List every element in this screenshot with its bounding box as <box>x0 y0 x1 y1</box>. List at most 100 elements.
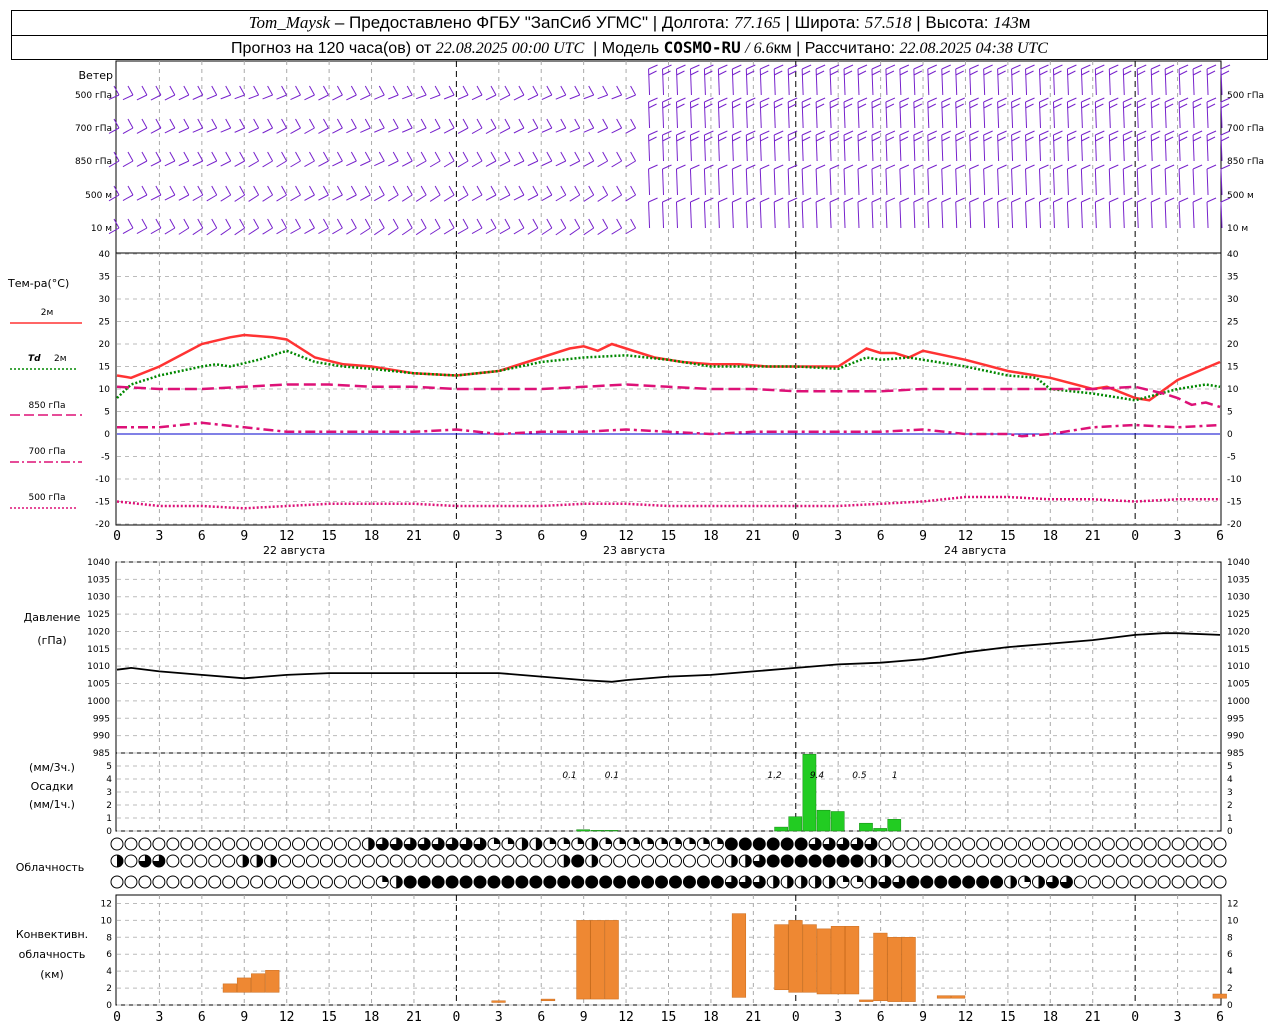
precip-title: Осадки <box>31 780 74 793</box>
cloud-symbol <box>920 875 934 889</box>
wind-shaft <box>801 68 804 96</box>
wind-shaft <box>276 160 287 168</box>
wind-feather <box>448 218 455 229</box>
cloud-circle <box>319 875 333 889</box>
cloud-symbol <box>278 837 292 851</box>
wind-shaft <box>787 134 790 162</box>
wind-feather <box>518 218 525 229</box>
wind-feather <box>955 130 965 136</box>
wind-barb <box>871 97 882 129</box>
wind-barb <box>192 218 204 236</box>
x-tick-label: 12 <box>618 529 634 544</box>
x-tick-label: 21 <box>746 529 762 544</box>
convective-bar <box>901 937 916 1002</box>
wind-barb <box>290 218 301 235</box>
wind-shaft <box>1025 134 1028 162</box>
wind-feather <box>1095 164 1105 170</box>
wind-feather <box>574 118 581 129</box>
wind-feather <box>546 218 553 229</box>
wind-shaft <box>1108 134 1111 162</box>
wind-barb <box>290 118 301 134</box>
wind-feather <box>211 151 218 162</box>
wind-shaft <box>913 101 916 129</box>
wind-barb <box>1192 97 1203 129</box>
cloud-circle <box>892 837 906 851</box>
wind-shaft <box>662 68 665 96</box>
wind-shaft <box>332 194 343 201</box>
x-tick-label: 6 <box>877 529 885 544</box>
wind-shaft <box>815 134 818 162</box>
wind-feather <box>969 130 979 136</box>
wind-shaft <box>717 134 720 162</box>
cloud-symbol <box>1129 837 1143 851</box>
x-tick-label: 0 <box>792 529 800 544</box>
pressure-y-tick-right: 1025 <box>1227 610 1250 620</box>
wind-feather <box>718 136 727 142</box>
wind-feather <box>676 103 685 109</box>
cloud-circle <box>1101 875 1115 889</box>
cloud-fill-part <box>605 838 612 844</box>
wind-feather <box>211 118 218 129</box>
wind-barb <box>262 118 274 134</box>
cloud-circle <box>1115 837 1129 851</box>
wind-feather <box>801 103 811 109</box>
wind-feather <box>309 185 315 196</box>
cloud-fill-part <box>870 855 877 867</box>
cloud-circle <box>627 854 641 868</box>
wind-barb <box>318 218 329 235</box>
wind-barb <box>527 118 539 134</box>
wind-barb <box>1011 164 1021 196</box>
cloud-fill-full <box>990 876 1003 888</box>
wind-barb <box>513 85 525 101</box>
wind-barb <box>318 85 329 101</box>
wind-feather <box>141 218 148 229</box>
wind-shaft <box>843 201 846 229</box>
cloud-symbol <box>194 854 208 868</box>
wind-shaft <box>555 227 567 236</box>
cloud-symbol <box>613 875 627 889</box>
wind-barb <box>1025 97 1035 129</box>
wind-feather <box>1025 130 1035 136</box>
wind-shaft <box>346 227 357 235</box>
wind-barb <box>248 218 260 235</box>
wind-shaft <box>220 160 231 167</box>
wind-barb <box>318 151 329 167</box>
cloud-symbol <box>752 854 766 868</box>
wind-shaft <box>899 101 902 129</box>
wind-shaft <box>1094 101 1097 129</box>
wind-barb <box>1025 130 1035 162</box>
wind-shaft <box>941 134 944 162</box>
wind-feather <box>267 85 274 96</box>
wind-feather <box>969 64 979 70</box>
wind-feather <box>560 185 567 196</box>
cloud-fill-part <box>563 838 570 844</box>
wind-barb <box>648 197 658 229</box>
wind-shaft <box>1011 201 1014 229</box>
cloud-circle <box>180 837 194 851</box>
wind-barb <box>346 218 357 235</box>
wind-feather <box>774 97 784 103</box>
wind-barb <box>164 185 176 201</box>
wind-feather <box>350 218 357 229</box>
cloud-circle <box>976 837 990 851</box>
cloud-circle <box>962 837 976 851</box>
wind-barb <box>1052 197 1063 229</box>
precip-bar <box>604 830 619 832</box>
x-tick-label: 21 <box>406 529 422 544</box>
wind-barb <box>997 130 1007 162</box>
cloud-symbol <box>222 875 236 889</box>
convective-bar <box>802 924 817 993</box>
wind-shaft <box>429 227 441 235</box>
wind-barb <box>787 164 798 196</box>
wind-feather <box>560 151 567 162</box>
cloud-fill-full <box>823 855 836 867</box>
wind-feather <box>406 218 413 229</box>
wind-shaft <box>662 134 665 162</box>
wind-feather <box>732 164 742 170</box>
wind-shaft <box>1094 201 1097 229</box>
cloud-symbol <box>487 837 501 851</box>
wind-shaft <box>801 168 804 196</box>
cloud-symbol <box>110 854 124 868</box>
wind-shaft <box>648 201 651 229</box>
wind-shaft <box>332 227 343 235</box>
